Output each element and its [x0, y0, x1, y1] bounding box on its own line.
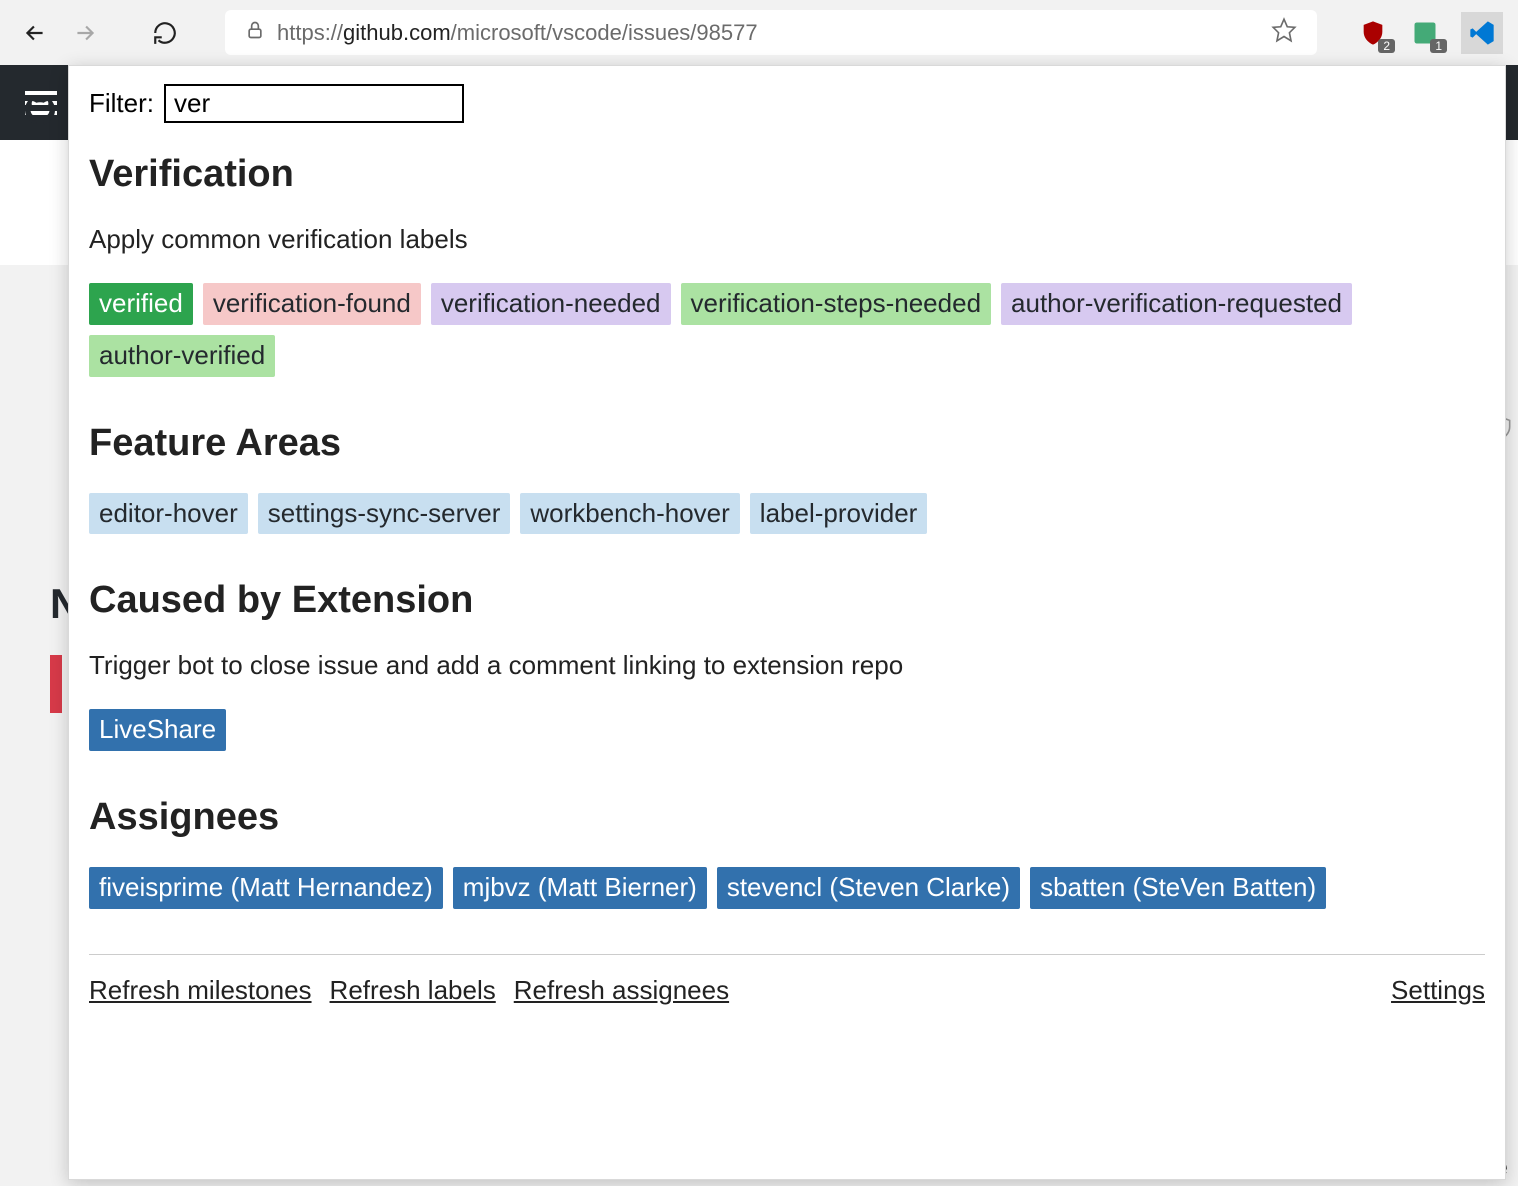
label-chip[interactable]: label-provider [750, 493, 928, 535]
label-chip[interactable]: workbench-hover [520, 493, 739, 535]
caused-by-ext-desc: Trigger bot to close issue and add a com… [89, 650, 1485, 681]
label-chip[interactable]: LiveShare [89, 709, 226, 751]
ublock-icon[interactable]: 2 [1357, 17, 1389, 49]
filter-label: Filter: [89, 88, 154, 119]
assignee-labels: fiveisprime (Matt Hernandez)mjbvz (Matt … [89, 867, 1485, 909]
label-chip[interactable]: settings-sync-server [258, 493, 511, 535]
assignees-title: Assignees [89, 796, 1485, 839]
caused-by-ext-labels: LiveShare [89, 709, 1485, 751]
caused-by-ext-title: Caused by Extension [89, 579, 1485, 622]
bg-red-bar [50, 655, 62, 713]
star-icon[interactable] [1271, 17, 1297, 49]
label-chip[interactable]: sbatten (SteVen Batten) [1030, 867, 1326, 909]
label-chip[interactable]: stevencl (Steven Clarke) [717, 867, 1020, 909]
toolbar-extensions: 2 1 [1357, 12, 1503, 54]
extension-2-icon[interactable]: 1 [1409, 17, 1441, 49]
browser-toolbar: https://github.com/microsoft/vscode/issu… [0, 0, 1518, 65]
filter-row: Filter: [89, 84, 1485, 123]
refresh-assignees-link[interactable]: Refresh assignees [514, 975, 729, 1006]
verification-title: Verification [89, 153, 1485, 196]
github-logo-icon [25, 95, 55, 130]
ext-badge: 2 [1378, 39, 1395, 53]
refresh-labels-link[interactable]: Refresh labels [330, 975, 496, 1006]
label-chip[interactable]: editor-hover [89, 493, 248, 535]
extension-popup: Filter: Verification Apply common verifi… [68, 65, 1506, 1180]
label-chip[interactable]: author-verified [89, 335, 275, 377]
label-chip[interactable]: mjbvz (Matt Bierner) [453, 867, 707, 909]
back-button[interactable] [15, 13, 55, 53]
verification-labels: verifiedverification-foundverification-n… [89, 283, 1485, 377]
refresh-milestones-link[interactable]: Refresh milestones [89, 975, 312, 1006]
lock-icon [245, 20, 265, 46]
feature-areas-title: Feature Areas [89, 422, 1485, 465]
label-chip[interactable]: verification-needed [431, 283, 671, 325]
verification-desc: Apply common verification labels [89, 224, 1485, 255]
ext-badge: 1 [1430, 39, 1447, 53]
feature-area-labels: editor-hoversettings-sync-serverworkbenc… [89, 493, 1485, 535]
label-chip[interactable]: fiveisprime (Matt Hernandez) [89, 867, 443, 909]
settings-link[interactable]: Settings [1391, 975, 1485, 1005]
popup-footer: Refresh milestones Refresh labels Refres… [89, 954, 1485, 1006]
label-chip[interactable]: verification-found [203, 283, 421, 325]
forward-button[interactable] [65, 13, 105, 53]
vscode-extension-icon[interactable] [1461, 12, 1503, 54]
url-display: https://github.com/microsoft/vscode/issu… [277, 20, 758, 46]
reload-button[interactable] [145, 13, 185, 53]
label-chip[interactable]: author-verification-requested [1001, 283, 1352, 325]
address-bar[interactable]: https://github.com/microsoft/vscode/issu… [225, 10, 1317, 55]
label-chip[interactable]: verified [89, 283, 193, 325]
filter-input[interactable] [164, 84, 464, 123]
label-chip[interactable]: verification-steps-needed [681, 283, 992, 325]
